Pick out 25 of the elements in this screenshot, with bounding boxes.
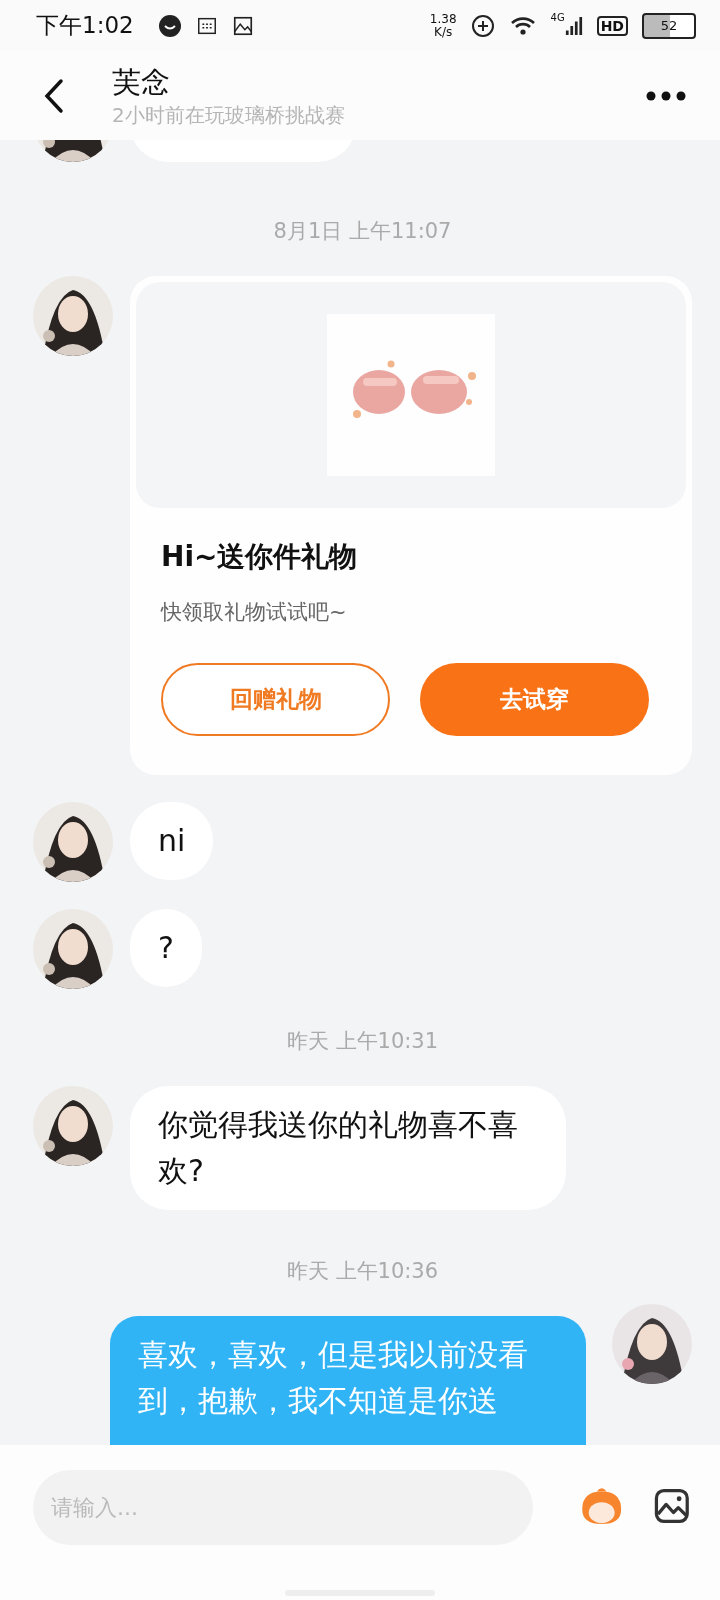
battery-icon: 52 (642, 12, 696, 39)
signal-icon (564, 14, 583, 37)
contact-status: 2小时前在玩玻璃桥挑战赛 (112, 101, 346, 129)
chat-bubble-icon (157, 13, 182, 38)
message-bubble: 你觉得我送你的礼物喜不喜欢? (130, 1086, 566, 1210)
network-speed: 1.38 K/s (429, 12, 457, 39)
image-icon (231, 14, 254, 37)
message-bubble: 喜欢，喜欢，但是我以前没看到，抱歉，我不知道是你送 (110, 1316, 586, 1445)
gift-subtitle: 快领取礼物试试吧~ (161, 599, 348, 626)
timestamp: 昨天 上午10:36 (286, 1258, 439, 1285)
more-icon[interactable] (646, 90, 686, 101)
try-on-button[interactable]: 去试穿 (420, 663, 649, 736)
timestamp: 昨天 上午10:31 (286, 1028, 439, 1055)
return-gift-button[interactable]: 回赠礼物 (161, 663, 390, 736)
gift-title: Hi~送你件礼物 (161, 539, 359, 575)
contact-name: 芙念 (112, 63, 171, 101)
network-type: 4G (550, 12, 565, 23)
message-bubble: ni (130, 802, 214, 880)
data-saver-icon (470, 13, 495, 38)
hd-badge: HD (596, 15, 628, 36)
message-bubble: ? (130, 909, 202, 987)
timestamp: 8月1日 上午11:07 (273, 218, 452, 245)
status-time: 下午1:02 (36, 11, 134, 40)
input-field[interactable]: 请输入... (33, 1470, 533, 1545)
back-icon[interactable] (44, 77, 64, 114)
